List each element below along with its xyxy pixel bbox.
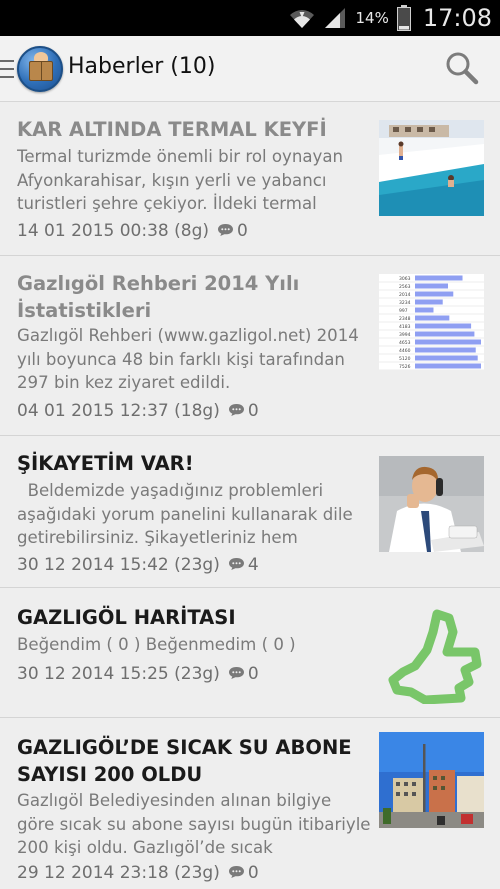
- stats-bar: [415, 299, 443, 305]
- article-meta: 14 01 2015 00:38 (8g) 0: [17, 221, 248, 241]
- article-title: KAR ALTINDA TERMAL KEYFİ: [17, 118, 327, 141]
- list-item[interactable]: ŞİKAYETİM VAR! Beldemizde yaşadığınız pr…: [0, 436, 500, 588]
- stats-number: 4653: [399, 340, 411, 346]
- stats-bar: [415, 331, 475, 337]
- comment-icon: [228, 404, 244, 416]
- comment-icon: [218, 224, 234, 236]
- stats-bar: [415, 291, 454, 297]
- stats-bar: [415, 283, 448, 289]
- stats-number: 5120: [399, 356, 411, 362]
- article-date: 29 12 2014 23:18 (23g): [17, 863, 220, 883]
- status-bar: 14% 17:08: [0, 0, 500, 36]
- article-meta: 30 12 2014 15:25 (23g) 0: [17, 664, 259, 684]
- stats-number: 3234: [399, 300, 411, 306]
- statistics-table-image: 3063 2563 2014 3234 997 2348 4183 3994 4653 4460 5…: [379, 274, 484, 370]
- drawer-icon[interactable]: [0, 60, 14, 78]
- stats-number: 3063: [399, 276, 411, 282]
- list-item[interactable]: GAZLIGÖL’DE SICAK SU ABONE SAYISI 200 OL…: [0, 718, 500, 889]
- wifi-icon: [290, 10, 315, 28]
- comment-count: 0: [247, 664, 259, 684]
- article-meta: 30 12 2014 15:42 (23g) 4: [17, 555, 259, 575]
- article-meta: 04 01 2015 12:37 (18g) 0: [17, 401, 259, 421]
- stats-number: 2014: [399, 292, 411, 298]
- stats-bar: [415, 355, 478, 361]
- signal-icon: [325, 8, 346, 28]
- article-summary: Gazlıgöl Rehberi (www.gazligol.net) 2014…: [17, 326, 365, 392]
- stats-bar: [415, 323, 472, 329]
- page-title: Haberler (10): [68, 54, 216, 79]
- status-clock: 17:08: [422, 4, 492, 32]
- battery-percentage: 14%: [355, 9, 389, 27]
- stats-bar: [415, 339, 481, 345]
- comment-count: 0: [247, 863, 259, 883]
- pool-in-snow-photo: [379, 120, 484, 216]
- comment-count: 0: [247, 401, 259, 421]
- article-summary: Termal turizmde önemli bir rol oynayan A…: [17, 147, 349, 213]
- article-summary: Beğendim ( 0 ) Beğenmedim ( 0 ): [17, 635, 296, 654]
- stats-number: 4183: [399, 324, 411, 330]
- article-meta: 29 12 2014 23:18 (23g) 0: [17, 863, 259, 883]
- article-summary: Beldemizde yaşadığınız problemleri aşağı…: [17, 481, 358, 547]
- status-icons: 14% 17:08: [289, 0, 492, 36]
- stats-bar: [415, 275, 463, 281]
- stats-bar: [415, 347, 476, 353]
- action-bar: Haberler (10): [0, 36, 500, 102]
- stats-bar: [415, 315, 450, 321]
- article-title: GAZLIGÖL HARİTASI: [17, 606, 236, 629]
- comment-count: 4: [247, 555, 259, 575]
- comment-icon: [228, 866, 244, 878]
- stats-bar: [415, 307, 434, 313]
- list-item[interactable]: KAR ALTINDA TERMAL KEYFİ Termal turizmde…: [0, 102, 500, 256]
- list-item[interactable]: Gazlıgöl Rehberi 2014 Yılı İstatistikler…: [0, 256, 500, 436]
- comment-icon: [228, 667, 244, 679]
- man-on-phone-photo: [379, 456, 484, 552]
- article-date: 04 01 2015 12:37 (18g): [17, 401, 220, 421]
- article-date: 14 01 2015 00:38 (8g): [17, 221, 210, 241]
- article-summary: Gazlıgöl Belediyesinden alınan bilgiye g…: [17, 791, 371, 857]
- stats-number: 7526: [399, 364, 411, 370]
- stats-number: 4460: [399, 348, 411, 354]
- battery-icon: [396, 5, 411, 31]
- comment-count: 0: [237, 221, 248, 241]
- stats-number: 2563: [399, 284, 411, 290]
- article-date: 30 12 2014 15:25 (23g): [17, 664, 220, 684]
- comment-icon: [228, 558, 244, 570]
- thumbs-up-image: [379, 608, 484, 704]
- article-date: 30 12 2014 15:42 (23g): [17, 555, 220, 575]
- article-title: Gazlıgöl Rehberi 2014 Yılı İstatistikler…: [17, 272, 300, 322]
- list-item[interactable]: GAZLIGÖL HARİTASI Beğendim ( 0 ) Beğenme…: [0, 588, 500, 718]
- stats-bar: [415, 363, 481, 369]
- search-icon[interactable]: [444, 50, 480, 86]
- article-title: ŞİKAYETİM VAR!: [17, 452, 194, 475]
- stats-number: 2348: [399, 316, 411, 322]
- stats-number: 997: [399, 308, 408, 314]
- stats-number: 3994: [399, 332, 411, 338]
- town-street-photo: [379, 732, 484, 828]
- article-title: GAZLIGÖL’DE SICAK SU ABONE SAYISI 200 OL…: [17, 736, 352, 786]
- reader-logo-icon[interactable]: [17, 46, 63, 92]
